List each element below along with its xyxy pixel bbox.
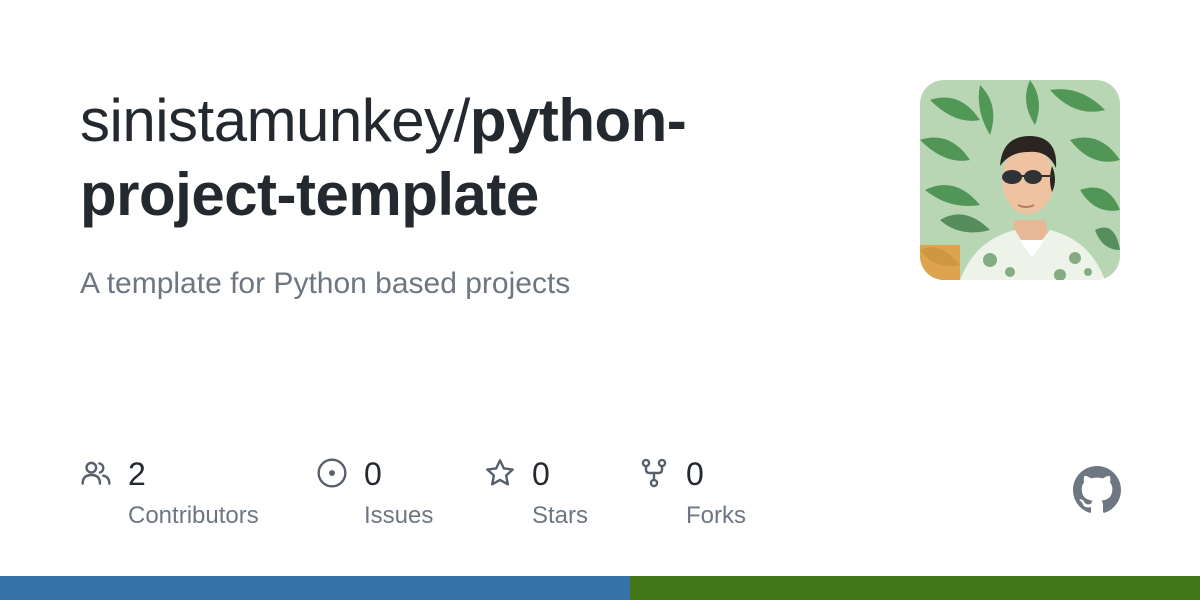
language-segment [630, 576, 1200, 600]
language-segment [0, 576, 630, 600]
repo-owner[interactable]: sinistamunkey/ [80, 87, 470, 154]
repo-description: A template for Python based projects [80, 267, 571, 300]
stat-label: Issues [364, 502, 434, 529]
avatar[interactable] [920, 80, 1120, 280]
github-mark-icon[interactable] [1073, 466, 1121, 514]
user-avatar-photo [920, 80, 1120, 280]
repo-forked-icon [641, 458, 667, 488]
stat-label: Contributors [128, 502, 259, 529]
stat-label: Forks [686, 502, 746, 529]
stat-count: 0 [686, 456, 704, 492]
stat-count: 0 [364, 456, 382, 492]
page-title[interactable]: sinistamunkey/python-project-template [80, 84, 780, 232]
stat-count: 2 [128, 456, 146, 492]
stat-label: Stars [532, 502, 589, 529]
people-icon [81, 461, 111, 485]
issue-opened-icon [317, 458, 347, 488]
language-bar [0, 576, 1200, 600]
star-icon [486, 459, 514, 486]
stat-count: 0 [532, 456, 550, 492]
repo-social-card: sinistamunkey/python-project-template A … [0, 0, 1200, 600]
